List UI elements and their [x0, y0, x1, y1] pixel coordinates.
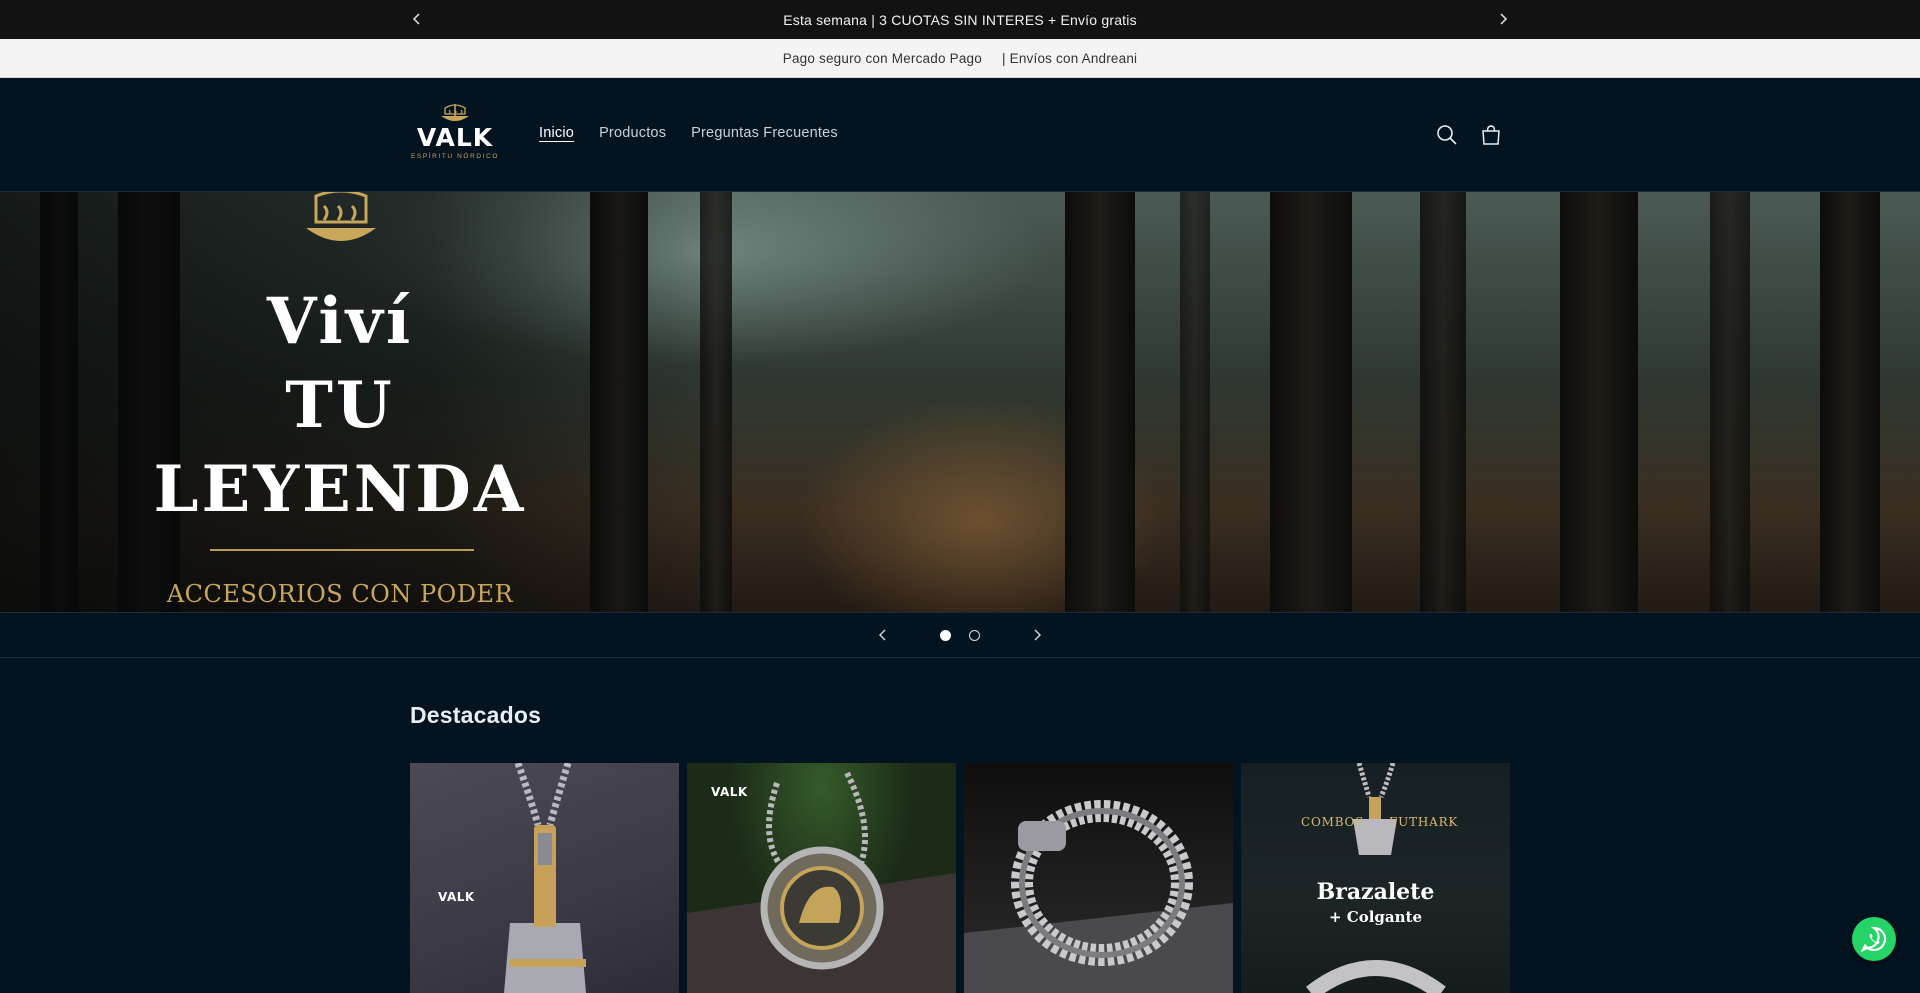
announcement-next-button[interactable] [1493, 9, 1513, 29]
hero-title-line: Viví [266, 284, 414, 359]
announcement-bar: Esta semana | 3 CUOTAS SIN INTERES + Env… [0, 0, 1920, 39]
hero-divider [210, 549, 474, 551]
product-card-chain-bracelet[interactable] [964, 763, 1233, 993]
slide-next-button[interactable] [1025, 623, 1049, 647]
main-nav: Inicio Productos Preguntas Frecuentes [539, 125, 838, 141]
logo-tagline: ESPÍRITU NÓRDICO [410, 153, 500, 160]
hero-title: Viví TU LEYENDA [140, 280, 540, 532]
slide-dot-1[interactable] [940, 629, 951, 641]
hero-subtitle: ACCESORIOS CON PODER [166, 580, 514, 608]
slide-prev-button[interactable] [871, 623, 895, 647]
chevron-left-icon [879, 629, 886, 641]
chain-bracelet-image [964, 800, 1233, 993]
hero-title-line: LEYENDA [153, 452, 527, 527]
nav-productos[interactable]: Productos [599, 125, 666, 141]
card-brand: VALK [711, 785, 748, 799]
chevron-right-icon [1034, 629, 1041, 641]
whatsapp-button[interactable] [1852, 917, 1896, 961]
hero-tree [1180, 192, 1210, 612]
hero-banner: Viví TU LEYENDA ACCESORIOS CON PODER [0, 192, 1920, 612]
cart-button[interactable] [1476, 120, 1506, 150]
viking-ship-emblem [306, 192, 376, 241]
announcement-prev-button[interactable] [407, 9, 427, 29]
hero-tree [1560, 192, 1638, 612]
chevron-left-icon [412, 13, 420, 25]
slider-controls [0, 612, 1920, 658]
cart-icon [1482, 125, 1500, 145]
card-futhark-label: FUTHARK [1389, 815, 1459, 829]
payment-info: Pago seguro con Mercado Pago [782, 50, 982, 66]
search-icon [1437, 125, 1457, 145]
whatsapp-icon [1860, 926, 1887, 953]
combo-pendant-image [1306, 763, 1446, 993]
slide-dot-2[interactable] [969, 629, 980, 641]
product-card-combo-futhark[interactable]: COMBOS FUTHARK Brazalete + Colgante [1241, 763, 1510, 993]
hero-title-line: TU [285, 368, 395, 443]
logo[interactable]: VALK ESPÍRITU NÓRDICO [408, 102, 502, 168]
logo-wordmark: VALK [416, 123, 494, 152]
chevron-right-icon [1500, 13, 1508, 25]
search-button[interactable] [1432, 120, 1462, 150]
nav-preguntas-frecuentes[interactable]: Preguntas Frecuentes [691, 125, 838, 141]
card-headline: Brazalete [1316, 879, 1435, 905]
card-subheadline: + Colgante [1328, 908, 1423, 926]
hero-tree [1065, 192, 1135, 612]
product-card-wolf-rune-pendant[interactable]: VALK [687, 763, 956, 993]
card-brand: VALK [438, 890, 475, 904]
section-title: Destacados [410, 702, 542, 728]
site-header: VALK ESPÍRITU NÓRDICO Inicio Productos P… [0, 78, 1920, 192]
nav-inicio[interactable]: Inicio [539, 125, 574, 141]
card-combo-label: COMBOS [1301, 815, 1365, 829]
thor-hammer-pendant-image [504, 763, 586, 993]
info-bar: Pago seguro con Mercado Pago | Envíos co… [0, 39, 1920, 78]
announcement-text: Esta semana | 3 CUOTAS SIN INTERES + Env… [783, 11, 1137, 28]
hero-tree [1420, 192, 1466, 612]
product-card-thor-hammer-pendant[interactable]: VALK [410, 763, 679, 993]
hero-tree [1710, 192, 1750, 612]
hero-tree [1820, 192, 1880, 612]
shipping-info: | Envíos con Andreani [1001, 50, 1138, 66]
hero-tree [1270, 192, 1352, 612]
